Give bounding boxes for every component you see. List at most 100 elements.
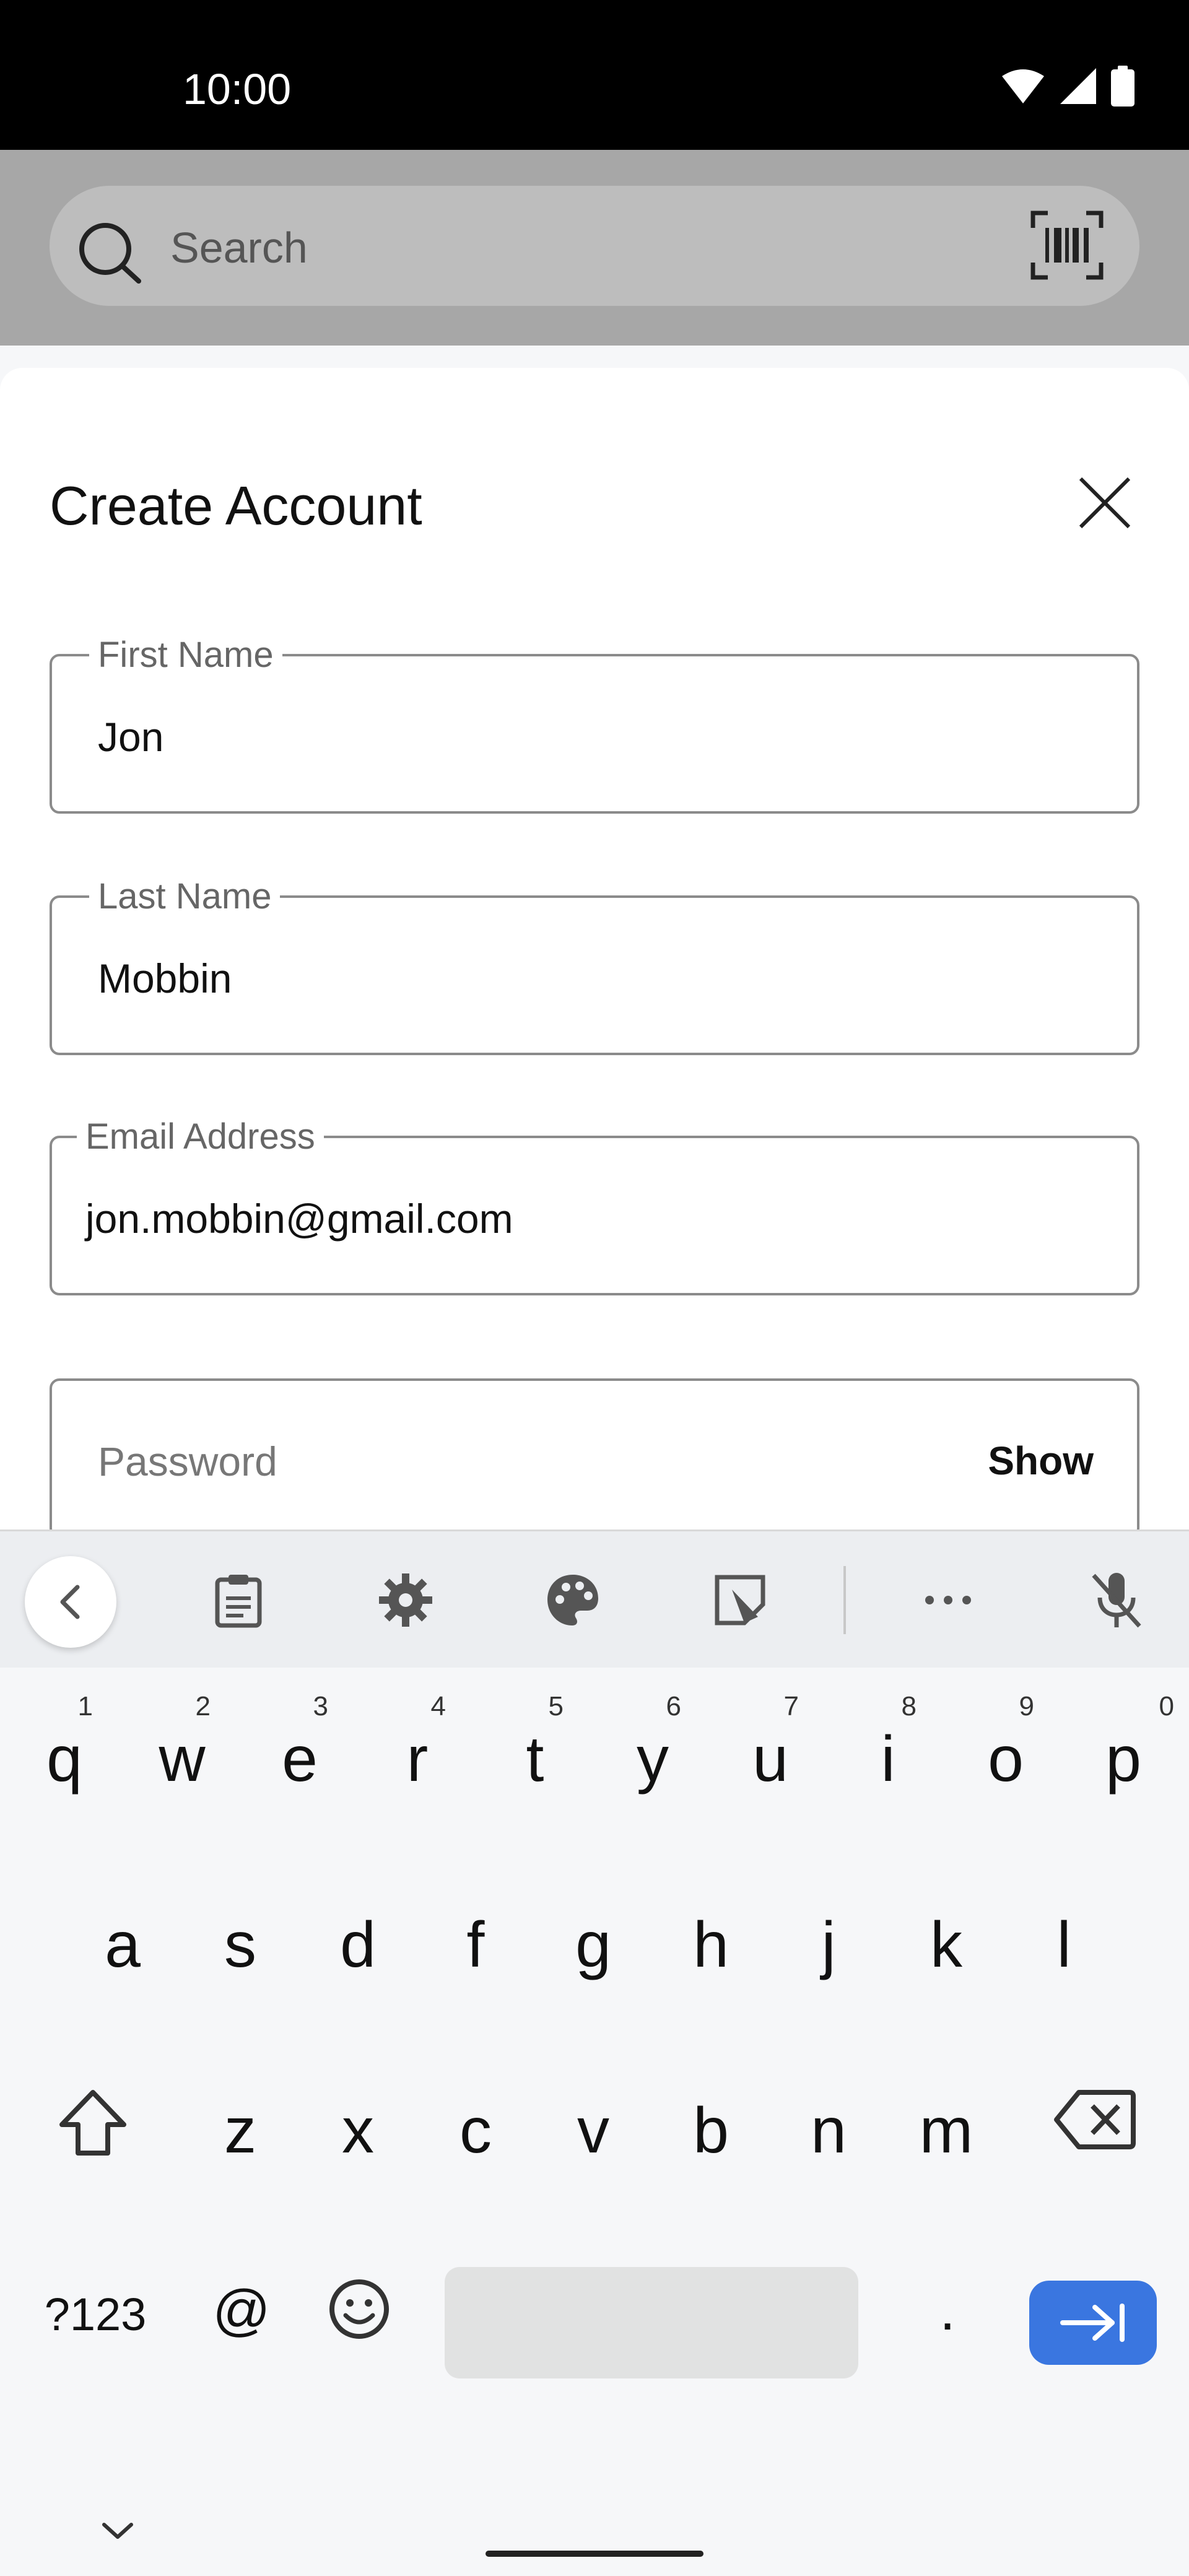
email-value: jon.mobbin@gmail.com bbox=[85, 1196, 513, 1242]
backspace-icon bbox=[1054, 2090, 1136, 2149]
key-u[interactable]: 7u bbox=[736, 1691, 805, 1822]
close-icon bbox=[1079, 477, 1131, 529]
key-label: c bbox=[459, 2095, 492, 2167]
key-w[interactable]: 2w bbox=[147, 1691, 217, 1822]
key-label: o bbox=[988, 1723, 1024, 1795]
key-label: g bbox=[575, 1909, 611, 1981]
search-input[interactable]: Search bbox=[170, 223, 308, 272]
gear-icon bbox=[379, 1573, 432, 1627]
key-p[interactable]: 0p bbox=[1089, 1691, 1174, 1822]
toolbar-divider bbox=[843, 1566, 846, 1634]
keyboard-toolbar bbox=[0, 1531, 1189, 1668]
key-l[interactable]: l bbox=[1029, 1878, 1099, 2008]
home-indicator[interactable] bbox=[486, 2551, 703, 2557]
key-label: k bbox=[930, 1909, 962, 1981]
key-label: d bbox=[340, 1909, 376, 1981]
last-name-label: Last Name bbox=[89, 876, 281, 917]
space-key[interactable] bbox=[445, 2267, 858, 2378]
key-e[interactable]: 3e bbox=[265, 1691, 334, 1822]
symbols-key[interactable]: ?123 bbox=[27, 2288, 163, 2362]
key-label: l bbox=[1056, 1909, 1071, 1981]
settings-button[interactable] bbox=[372, 1566, 440, 1634]
tab-arrow-icon bbox=[1060, 2304, 1125, 2342]
key-label: p bbox=[1105, 1723, 1141, 1795]
search-icon bbox=[79, 223, 141, 284]
key-d[interactable]: d bbox=[323, 1878, 393, 2008]
backspace-key[interactable] bbox=[1052, 2089, 1138, 2175]
key-a[interactable]: a bbox=[88, 1878, 157, 2008]
password-field[interactable]: Password Show bbox=[50, 1378, 1139, 1532]
at-label: @ bbox=[212, 2279, 271, 2342]
key-hint: 7 bbox=[783, 1691, 799, 1721]
key-y[interactable]: 6y bbox=[618, 1691, 687, 1822]
signal-icon bbox=[1060, 68, 1096, 104]
key-m[interactable]: m bbox=[912, 2064, 981, 2194]
key-g[interactable]: g bbox=[559, 1878, 628, 2008]
clipboard-button[interactable] bbox=[204, 1566, 272, 1634]
key-label: m bbox=[919, 2095, 973, 2167]
key-label: q bbox=[46, 1723, 82, 1795]
key-n[interactable]: n bbox=[794, 2064, 863, 2194]
key-h[interactable]: h bbox=[676, 1878, 746, 2008]
key-j[interactable]: j bbox=[794, 1878, 863, 2008]
key-i[interactable]: 8i bbox=[853, 1691, 923, 1822]
next-key[interactable] bbox=[1029, 2281, 1157, 2365]
toolbar-back-button[interactable] bbox=[25, 1556, 116, 1648]
key-label: r bbox=[406, 1723, 429, 1795]
key-q[interactable]: 1q bbox=[30, 1691, 99, 1822]
theme-button[interactable] bbox=[539, 1566, 607, 1634]
more-icon bbox=[925, 1596, 971, 1604]
sticker-button[interactable] bbox=[706, 1566, 774, 1634]
symbols-label: ?123 bbox=[44, 2289, 147, 2340]
last-name-field[interactable]: Last Name Mobbin bbox=[50, 876, 1139, 1055]
close-button[interactable] bbox=[1073, 471, 1137, 535]
key-o[interactable]: 9o bbox=[971, 1691, 1040, 1822]
key-c[interactable]: c bbox=[441, 2064, 510, 2194]
sheet-title: Create Account bbox=[50, 475, 422, 536]
key-hint: 8 bbox=[901, 1691, 917, 1721]
hide-keyboard-button[interactable] bbox=[93, 2485, 142, 2539]
key-r[interactable]: 4r bbox=[383, 1691, 452, 1822]
key-label: a bbox=[105, 1909, 141, 1981]
key-k[interactable]: k bbox=[912, 1878, 981, 2008]
key-label: w bbox=[159, 1723, 206, 1795]
email-label: Email Address bbox=[77, 1116, 324, 1157]
first-name-label: First Name bbox=[89, 634, 282, 676]
key-label: v bbox=[577, 2095, 609, 2167]
key-label: u bbox=[752, 1723, 788, 1795]
barcode-icon[interactable] bbox=[1030, 211, 1104, 280]
key-hint: 3 bbox=[313, 1691, 328, 1721]
show-password-button[interactable]: Show bbox=[988, 1438, 1094, 1484]
email-field[interactable]: Email Address jon.mobbin@gmail.com bbox=[50, 1116, 1139, 1295]
key-t[interactable]: 5t bbox=[500, 1691, 570, 1822]
key-s[interactable]: s bbox=[206, 1878, 275, 2008]
status-time: 10:00 bbox=[183, 65, 292, 113]
key-hint: 1 bbox=[77, 1691, 93, 1721]
key-label: z bbox=[224, 2095, 256, 2167]
more-button[interactable] bbox=[914, 1566, 982, 1634]
mic-off-icon bbox=[1092, 1573, 1141, 1628]
key-hint: 2 bbox=[195, 1691, 211, 1721]
sticker-icon bbox=[715, 1575, 765, 1625]
key-label: n bbox=[811, 2095, 847, 2167]
key-x[interactable]: x bbox=[323, 2064, 393, 2194]
emoji-key[interactable] bbox=[322, 2278, 396, 2365]
keyboard: 1q 2w 3e 4r 5t 6y 7u 8i 9o 0p a s d f g … bbox=[0, 1530, 1189, 2576]
key-hint: 9 bbox=[1019, 1691, 1034, 1721]
key-hint: 6 bbox=[666, 1691, 681, 1721]
at-key[interactable]: @ bbox=[204, 2278, 279, 2365]
shift-icon bbox=[59, 2090, 126, 2156]
key-b[interactable]: b bbox=[676, 2064, 746, 2194]
key-f[interactable]: f bbox=[441, 1878, 510, 2008]
key-label: e bbox=[282, 1723, 318, 1795]
key-hint: 5 bbox=[548, 1691, 564, 1721]
key-v[interactable]: v bbox=[559, 2064, 628, 2194]
first-name-field[interactable]: First Name Jon bbox=[50, 634, 1139, 814]
mic-button[interactable] bbox=[1082, 1566, 1151, 1634]
key-z[interactable]: z bbox=[206, 2064, 275, 2194]
period-key[interactable]: . bbox=[910, 2278, 985, 2365]
key-label: s bbox=[224, 1909, 256, 1981]
shift-key[interactable] bbox=[50, 2089, 136, 2175]
chevron-left-icon bbox=[60, 1585, 80, 1619]
key-hint: 4 bbox=[430, 1691, 446, 1721]
